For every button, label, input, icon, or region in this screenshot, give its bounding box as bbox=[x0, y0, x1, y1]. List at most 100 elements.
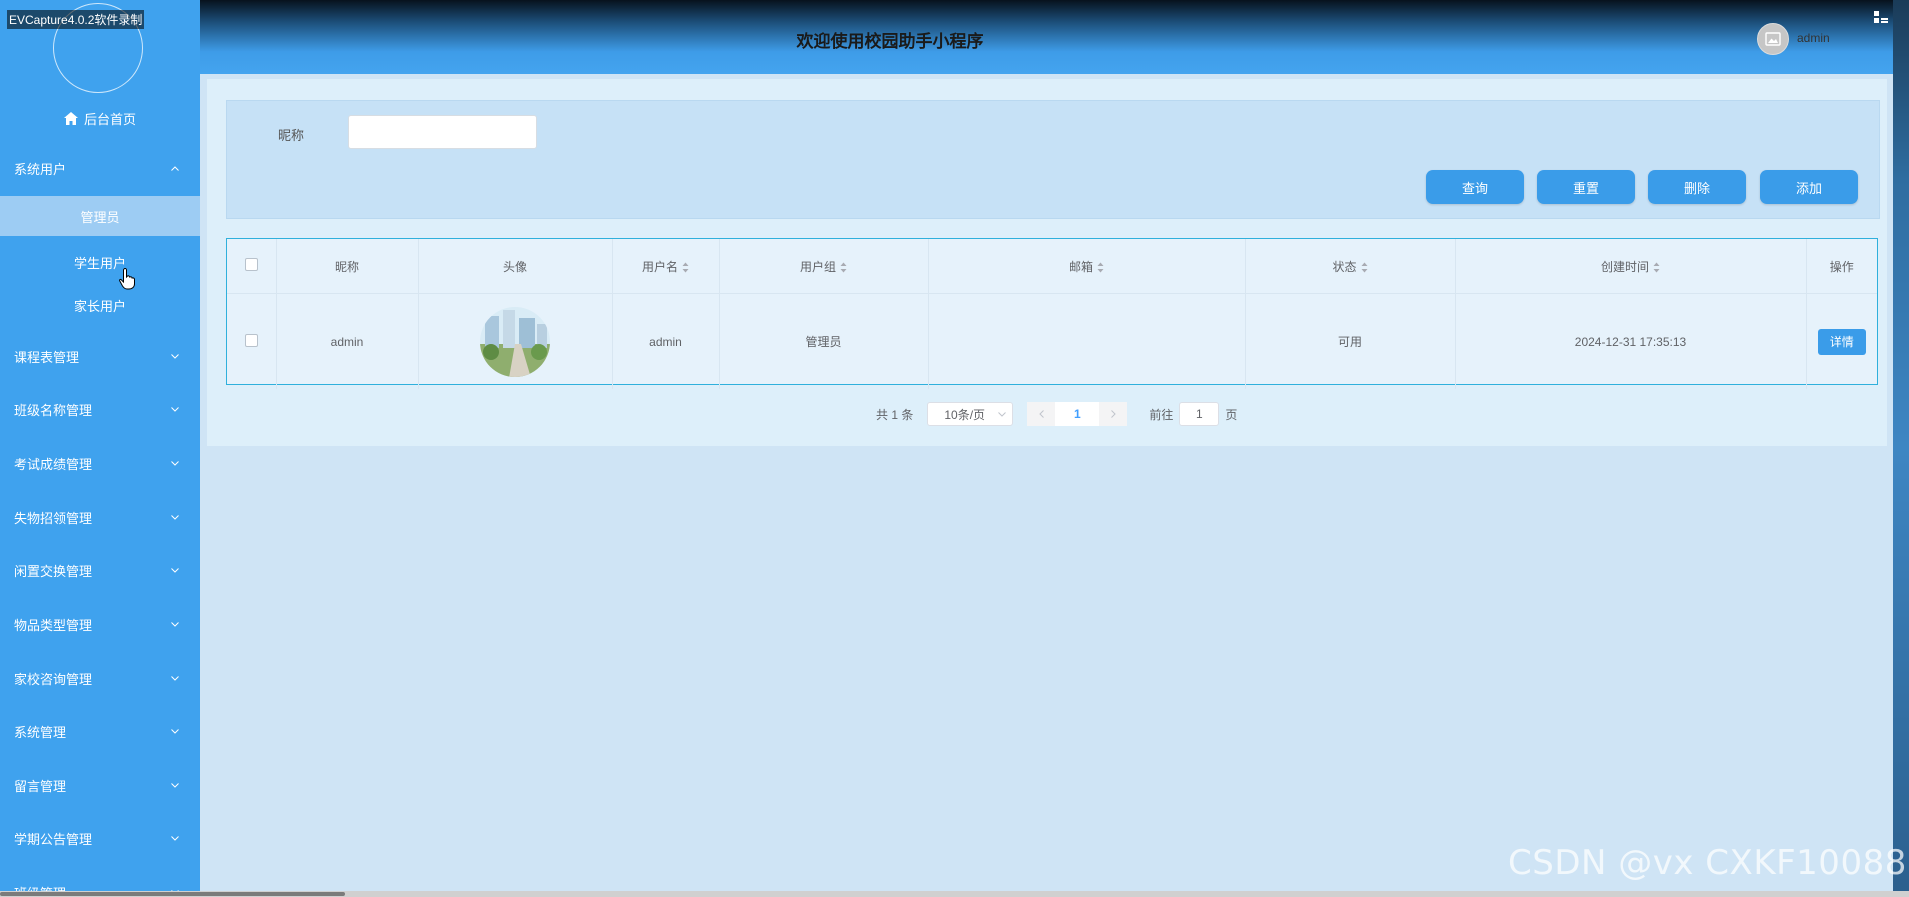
home-icon bbox=[63, 111, 78, 125]
goto-label: 前往 bbox=[1149, 407, 1174, 422]
sidebar: 后台首页 系统用户 管理员 学生用户 家长用户 课程表管理 班级名称管理 考试成… bbox=[0, 0, 200, 897]
sidebar-subitem-label: 管理员 bbox=[80, 209, 120, 225]
sidebar-item-label: 物品类型管理 bbox=[14, 617, 93, 633]
sidebar-home-link[interactable]: 后台首页 bbox=[0, 106, 200, 130]
row-checkbox[interactable] bbox=[244, 333, 258, 347]
header-label: 邮箱 bbox=[1068, 259, 1093, 274]
select-all-cell bbox=[227, 239, 277, 294]
hand-cursor-icon bbox=[119, 268, 135, 290]
header-label: 用户名 bbox=[641, 259, 678, 274]
column-header-group[interactable]: 用户组 bbox=[719, 239, 929, 294]
select-all-checkbox[interactable] bbox=[244, 258, 258, 271]
chevron-down-icon bbox=[170, 565, 180, 575]
column-header-created[interactable]: 创建时间 bbox=[1455, 239, 1807, 294]
prev-page-button[interactable] bbox=[1027, 402, 1056, 426]
users-table: 昵称 头像 用户名 用户组 邮箱 状态 创建时间 操作 admin admin … bbox=[226, 238, 1878, 389]
cell-actions: 详情 bbox=[1806, 294, 1877, 390]
sidebar-item-term-notices[interactable]: 学期公告管理 bbox=[0, 820, 200, 856]
page-nav: 1 bbox=[1027, 402, 1128, 426]
sidebar-item-label: 课程表管理 bbox=[14, 349, 80, 365]
goto-suffix: 页 bbox=[1225, 407, 1238, 422]
horizontal-scrollbar[interactable] bbox=[0, 891, 1909, 897]
chevron-down-icon bbox=[170, 833, 180, 843]
sidebar-subitem-label: 家长用户 bbox=[73, 298, 126, 314]
sort-icon[interactable] bbox=[1361, 262, 1368, 273]
cell-nickname: admin bbox=[276, 293, 419, 389]
chevron-down-icon bbox=[998, 411, 1007, 417]
chevron-down-icon bbox=[170, 404, 180, 414]
page-title: 欢迎使用校园助手小程序 bbox=[796, 32, 984, 51]
cell-created: 2024-12-31 17:35:13 bbox=[1455, 293, 1807, 389]
sidebar-subitem-admins[interactable]: 管理员 bbox=[0, 196, 200, 236]
header-label: 昵称 bbox=[334, 259, 359, 274]
user-avatar[interactable] bbox=[1757, 23, 1789, 55]
column-header-username[interactable]: 用户名 bbox=[612, 239, 720, 294]
sidebar-item-label: 家校咨询管理 bbox=[14, 671, 93, 687]
header-label: 头像 bbox=[502, 259, 527, 274]
table-row: admin admin 管理员 可用 2024-12-31 17:35:13 详… bbox=[227, 293, 1877, 390]
sort-icon[interactable] bbox=[840, 262, 847, 273]
sidebar-item-label: 学期公告管理 bbox=[14, 831, 93, 847]
sort-icon[interactable] bbox=[1097, 262, 1104, 273]
sidebar-item-schedule[interactable]: 课程表管理 bbox=[0, 338, 200, 374]
sidebar-subitem-parents[interactable]: 家长用户 bbox=[0, 285, 200, 325]
detail-button[interactable]: 详情 bbox=[1817, 328, 1866, 355]
query-button[interactable]: 查询 bbox=[1426, 170, 1524, 204]
sort-icon[interactable] bbox=[1653, 262, 1660, 273]
sort-icon[interactable] bbox=[682, 262, 689, 273]
user-name[interactable]: admin bbox=[1797, 31, 1830, 45]
delete-button[interactable]: 删除 bbox=[1648, 170, 1746, 204]
chevron-down-icon bbox=[170, 726, 180, 736]
scrollbar-thumb[interactable] bbox=[0, 892, 345, 896]
sidebar-item-exam-scores[interactable]: 考试成绩管理 bbox=[0, 445, 200, 481]
search-label: 昵称 bbox=[278, 128, 305, 143]
cell-username: admin bbox=[612, 293, 720, 389]
sidebar-item-label: 系统管理 bbox=[14, 724, 67, 740]
column-header-nickname: 昵称 bbox=[276, 239, 419, 294]
sidebar-home-label: 后台首页 bbox=[83, 111, 136, 127]
capture-watermark-label: EVCapture4.0.2软件录制 bbox=[7, 10, 145, 29]
sidebar-item-label: 考试成绩管理 bbox=[14, 456, 93, 472]
sidebar-item-lost-found[interactable]: 失物招领管理 bbox=[0, 499, 200, 535]
chevron-down-icon bbox=[170, 673, 180, 683]
cell-email bbox=[928, 293, 1246, 389]
sidebar-item-label: 留言管理 bbox=[14, 778, 67, 794]
fullscreen-toggle-icon[interactable] bbox=[1873, 9, 1889, 25]
pagination-total: 共 1 条 bbox=[876, 407, 914, 422]
sidebar-item-messages[interactable]: 留言管理 bbox=[0, 767, 200, 803]
add-button[interactable]: 添加 bbox=[1760, 170, 1858, 204]
column-header-avatar: 头像 bbox=[418, 239, 613, 294]
sidebar-subitem-students[interactable]: 学生用户 bbox=[0, 242, 200, 282]
column-header-status[interactable]: 状态 bbox=[1245, 239, 1456, 294]
column-header-actions: 操作 bbox=[1806, 239, 1877, 294]
header-label: 操作 bbox=[1829, 259, 1854, 274]
chevron-down-icon bbox=[170, 619, 180, 629]
nickname-search-input[interactable] bbox=[348, 115, 537, 149]
reset-button[interactable]: 重置 bbox=[1537, 170, 1635, 204]
next-page-button[interactable] bbox=[1099, 402, 1128, 426]
sidebar-item-class-names[interactable]: 班级名称管理 bbox=[0, 391, 200, 427]
cell-avatar bbox=[418, 293, 613, 389]
sidebar-item-system[interactable]: 系统管理 bbox=[0, 713, 200, 749]
sidebar-item-item-types[interactable]: 物品类型管理 bbox=[0, 606, 200, 642]
sidebar-item-label: 班级名称管理 bbox=[14, 402, 93, 418]
page-size-select[interactable]: 10条/页 bbox=[927, 402, 1014, 426]
sidebar-item-system-users[interactable]: 系统用户 bbox=[0, 150, 200, 186]
chevron-left-icon bbox=[1039, 410, 1044, 418]
page-number-current[interactable]: 1 bbox=[1055, 402, 1100, 426]
row-select-cell bbox=[227, 293, 277, 389]
sidebar-item-label: 系统用户 bbox=[14, 161, 67, 177]
column-header-email[interactable]: 邮箱 bbox=[928, 239, 1246, 294]
chevron-down-icon bbox=[170, 780, 180, 790]
avatar-image[interactable] bbox=[479, 306, 551, 378]
sidebar-item-exchange[interactable]: 闲置交换管理 bbox=[0, 552, 200, 588]
header-label: 用户组 bbox=[799, 259, 836, 274]
header-label: 创建时间 bbox=[1600, 259, 1649, 274]
header-label: 状态 bbox=[1332, 259, 1357, 274]
goto-page-input[interactable]: 1 bbox=[1179, 402, 1220, 426]
page-size-value: 10条/页 bbox=[944, 407, 986, 422]
sidebar-item-consult[interactable]: 家校咨询管理 bbox=[0, 660, 200, 696]
pagination: 共 1 条 10条/页 1 前往 1 页 bbox=[876, 402, 1237, 426]
chevron-up-icon bbox=[170, 163, 180, 173]
chevron-down-icon bbox=[170, 458, 180, 468]
